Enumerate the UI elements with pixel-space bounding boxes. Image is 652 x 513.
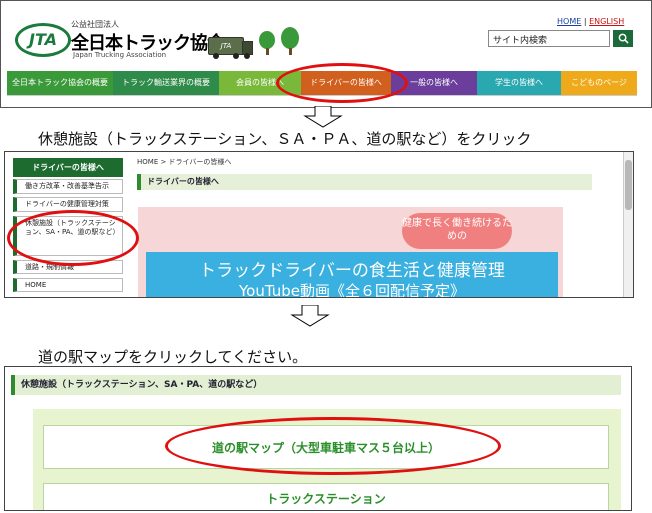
sidebar-item-home[interactable]: HOME	[13, 278, 123, 292]
banner-bubble: 健康で長く働き続けるための	[402, 213, 512, 249]
top-links: HOME | ENGLISH	[557, 17, 624, 26]
highlight-ellipse	[276, 63, 408, 103]
site-header-panel: JTA 公益社団法人 全日本トラック協会 Japan Trucking Asso…	[0, 0, 652, 108]
nav-item-industry[interactable]: トラック輸送業界の概要	[113, 71, 219, 95]
instruction-step-2: 道の駅マップをクリックしてください。	[38, 348, 308, 366]
banner-body: トラックドライバーの食生活と健康管理 YouTube動画《全６回配信予定》	[146, 252, 558, 298]
sidebar-title: ドライバーの皆様へ	[13, 158, 123, 177]
jta-logo[interactable]: JTA	[15, 23, 71, 57]
rest-facility-panel: 休憩施設（トラックステーション、SA・PA、道の駅など） 道の駅マップ（大型車駐…	[4, 366, 632, 511]
tree-trunk-icon	[266, 48, 269, 55]
wheel-icon	[244, 53, 250, 59]
home-link[interactable]: HOME	[557, 17, 581, 26]
sidebar-item-work-reform[interactable]: 働き方改革・改善基準告示	[13, 179, 123, 194]
nav-item-about[interactable]: 全日本トラック協会の概要	[7, 71, 113, 95]
down-arrow-icon	[303, 105, 343, 128]
banner-subtitle: YouTube動画《全６回配信予定》	[239, 282, 465, 298]
magnifier-icon	[618, 33, 629, 44]
down-arrow-icon	[290, 304, 330, 327]
nav-item-students[interactable]: 学生の皆様へ	[477, 71, 561, 95]
wheel-icon	[213, 53, 219, 59]
health-video-banner[interactable]: 健康で長く働き続けるための トラックドライバーの食生活と健康管理 YouTube…	[138, 207, 563, 298]
section-title: 休憩施設（トラックステーション、SA・PA、道の駅など）	[11, 375, 621, 395]
breadcrumb[interactable]: HOME > ドライバーの皆様へ	[137, 157, 231, 167]
highlight-ellipse	[7, 210, 139, 266]
instruction-step-1: 休憩施設（トラックステーション、ＳＡ・ＰＡ、道の駅など）をクリック	[38, 130, 532, 148]
section-title: ドライバーの皆様へ	[137, 174, 592, 190]
site-search-input[interactable]: サイト内検索	[488, 30, 610, 47]
search-button[interactable]	[613, 30, 633, 47]
driver-page-panel: ドライバーの皆様へ 働き方改革・改善基準告示 ドライバーの健康管理対策 休憩施設…	[4, 151, 634, 298]
wheel-icon	[233, 53, 239, 59]
banner-title: トラックドライバーの食生活と健康管理	[199, 261, 505, 281]
link-separator: |	[583, 17, 587, 26]
tree-icon	[259, 31, 275, 49]
tree-icon	[281, 27, 299, 49]
truck-icon: JTA	[208, 37, 244, 55]
highlight-ellipse	[165, 417, 501, 475]
nav-item-kids[interactable]: こどものページ	[561, 71, 637, 95]
scrollbar-thumb[interactable]	[625, 160, 632, 210]
tree-trunk-icon	[289, 48, 292, 55]
english-link[interactable]: ENGLISH	[589, 17, 624, 26]
truck-station-button[interactable]: トラックステーション	[43, 483, 609, 510]
org-name-en: Japan Trucking Association	[73, 51, 167, 59]
